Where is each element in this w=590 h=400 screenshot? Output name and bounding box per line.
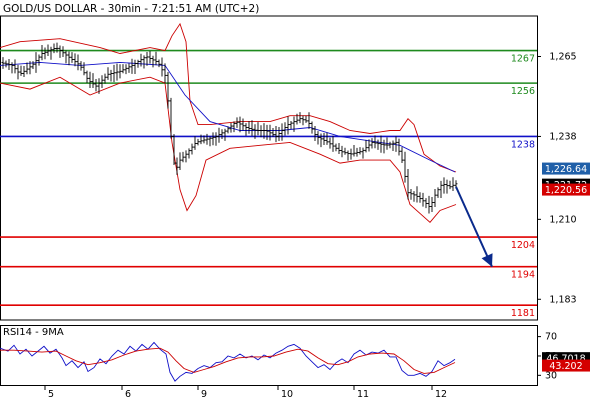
price-axis-tick-label: 1,265 [549, 51, 576, 62]
level-label: 1181 [511, 308, 535, 319]
x-axis-tick-label: 12 [435, 389, 447, 400]
price-badge-label: 1,220.56 [545, 185, 587, 196]
level-label: 1204 [511, 240, 535, 251]
chart-title: GOLD/US DOLLAR - 30min - 7:21:51 AM (UTC… [3, 3, 259, 15]
level-label: 1238 [511, 139, 535, 150]
level-label: 1256 [511, 86, 535, 97]
x-axis-tick-label: 9 [201, 389, 207, 400]
x-axis-tick-label: 10 [281, 389, 293, 400]
rsi-badge-label: 43.202 [549, 361, 582, 372]
level-label: 1194 [511, 270, 535, 281]
rsi-title: RSI14 - 9MA [3, 327, 64, 338]
x-axis-tick-label: 5 [48, 389, 54, 400]
price-badge-label: 1,226.64 [545, 164, 587, 175]
rsi-axis-tick-label: 70 [545, 332, 557, 343]
price-axis-tick-label: 1,183 [549, 294, 576, 305]
price-axis-tick-label: 1,210 [549, 214, 576, 225]
level-label: 1267 [511, 54, 535, 65]
x-axis-tick-label: 6 [125, 389, 131, 400]
chart-background [0, 0, 590, 400]
price-axis-tick-label: 1,238 [549, 131, 576, 142]
forex-chart: 1267125612381204119411811,2651,2381,2101… [0, 0, 590, 400]
x-axis-tick-label: 11 [357, 389, 369, 400]
